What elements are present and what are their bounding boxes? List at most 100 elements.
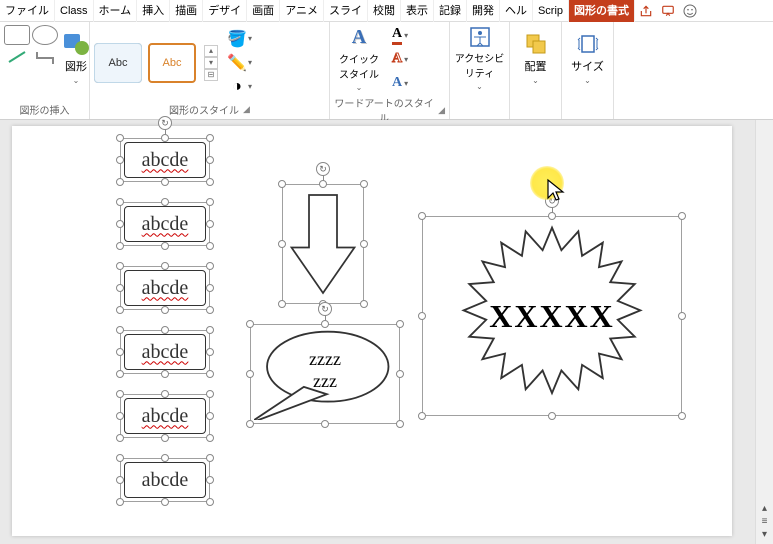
bubble-text[interactable]: zzzz zzz — [266, 340, 384, 402]
tab-file[interactable]: ファイル — [0, 0, 55, 22]
text-fill-button[interactable]: A▾ — [392, 25, 408, 45]
shape-style-gallery[interactable]: Abc Abc Abc ▴▾⊟ — [94, 43, 218, 83]
style-thumb-3[interactable]: Abc — [148, 43, 196, 83]
accessibility-icon — [468, 25, 492, 48]
tab-design[interactable]: デザイ — [203, 0, 247, 22]
shape-outline-button[interactable]: ✏️▾ — [228, 53, 252, 73]
scroll-thumb[interactable]: ≡ — [762, 516, 768, 527]
chevron-down-icon: ⌄ — [73, 76, 80, 85]
shapes-button-label: 図形 — [65, 58, 87, 74]
shape-rect-5[interactable]: abcde — [120, 394, 210, 438]
tab-transitions[interactable]: 画面 — [247, 0, 280, 22]
shape-rect-2[interactable]: abcde — [120, 202, 210, 246]
shape-connector-icon — [32, 47, 58, 67]
down-arrow-icon — [288, 190, 358, 298]
pen-icon: ✏️ — [228, 54, 246, 72]
accessibility-label: アクセシビ リティ — [455, 50, 505, 80]
shape-text[interactable]: abcde — [126, 144, 204, 176]
group-size: サイズ ⌄ — [562, 22, 614, 119]
tab-script[interactable]: Scrip — [533, 0, 569, 22]
tab-help[interactable]: ヘル — [500, 0, 533, 22]
shape-ellipse-icon — [32, 25, 58, 45]
comments-icon[interactable] — [657, 0, 679, 22]
wordart-a-icon: A — [352, 26, 366, 49]
scroll-down-icon[interactable]: ▾ — [762, 529, 767, 540]
shape-rect-icon — [4, 25, 30, 45]
tab-developer[interactable]: 開発 — [467, 0, 500, 22]
shape-effects-button[interactable]: ◑▾ — [228, 77, 252, 97]
group-shape-styles: Abc Abc Abc ▴▾⊟ 🪣▾ ✏️▾ ◑▾ 図形のスタイル◢ — [90, 22, 330, 119]
scroll-up-icon[interactable]: ▴ — [762, 503, 767, 514]
tab-home[interactable]: ホーム — [94, 0, 138, 22]
shapes-icon — [62, 32, 90, 56]
tab-slideshow[interactable]: スライ — [324, 0, 368, 22]
shape-rect-6[interactable]: abcde — [120, 458, 210, 502]
group-label-size — [566, 104, 609, 119]
share-icon[interactable] — [635, 0, 657, 22]
size-button[interactable]: サイズ ⌄ — [566, 25, 609, 91]
bucket-icon: 🪣 — [228, 30, 246, 48]
size-label: サイズ — [571, 58, 604, 74]
menu-bar: ファイル Class ホーム 挿入 描画 デザイ 画面 アニメ スライ 校閲 表… — [0, 0, 773, 22]
text-effects-icon: A — [392, 75, 402, 91]
starburst-text[interactable]: XXXXX — [428, 222, 676, 410]
shape-text[interactable]: abcde — [126, 336, 204, 368]
shape-text[interactable]: abcde — [126, 464, 204, 496]
group-insert-shapes: 図形 ⌄ 図形の挿入 — [0, 22, 90, 119]
group-label-arrange — [514, 104, 557, 119]
text-outline-button[interactable]: A▾ — [392, 49, 408, 69]
rotate-handle[interactable] — [158, 116, 172, 130]
chevron-down-icon: ⌄ — [532, 76, 539, 85]
gallery-spinner[interactable]: ▴▾⊟ — [204, 45, 218, 81]
shape-fill-button[interactable]: 🪣▾ — [228, 29, 252, 49]
group-arrange: 配置 ⌄ — [510, 22, 562, 119]
text-effects-button[interactable]: A▾ — [392, 73, 408, 93]
canvas-area: abcde abcde abcde abcde abcde abcde — [0, 120, 773, 544]
accessibility-button[interactable]: アクセシビ リティ ⌄ — [454, 25, 505, 91]
shape-starburst[interactable]: XXXXX — [422, 216, 682, 416]
shape-text[interactable]: abcde — [126, 400, 204, 432]
text-outline-icon: A — [392, 51, 402, 67]
launcher-icon[interactable]: ◢ — [438, 105, 445, 116]
style-thumb-1[interactable]: Abc — [94, 43, 142, 83]
shape-line-icon — [4, 47, 30, 67]
arrange-icon — [524, 32, 548, 56]
tab-shape-format[interactable]: 図形の書式 — [569, 0, 635, 22]
face-icon[interactable] — [679, 0, 701, 22]
size-icon — [576, 32, 600, 56]
tab-animations[interactable]: アニメ — [280, 0, 324, 22]
tab-classroom[interactable]: Class — [55, 0, 94, 22]
text-fill-icon: A — [392, 26, 402, 45]
rotate-handle[interactable] — [318, 302, 332, 316]
ribbon: 図形 ⌄ 図形の挿入 Abc Abc Abc ▴▾⊟ 🪣▾ ✏️▾ ◑▾ 図形の… — [0, 22, 773, 120]
shape-text[interactable]: abcde — [126, 272, 204, 304]
tab-draw[interactable]: 描画 — [170, 0, 203, 22]
click-highlight — [530, 166, 564, 200]
shape-rect-4[interactable]: abcde — [120, 330, 210, 374]
shape-down-arrow[interactable] — [282, 184, 364, 304]
group-label-shape-styles: 図形のスタイル◢ — [94, 100, 325, 119]
shapes-button[interactable]: 図形 ⌄ — [62, 25, 90, 91]
arrange-button[interactable]: 配置 ⌄ — [514, 25, 557, 91]
chevron-down-icon: ⌄ — [584, 76, 591, 85]
shapes-gallery-mini[interactable] — [4, 25, 58, 67]
shape-speech-bubble[interactable]: zzzz zzz — [250, 324, 400, 424]
slide[interactable]: abcde abcde abcde abcde abcde abcde — [12, 126, 732, 536]
tab-review[interactable]: 校閲 — [368, 0, 401, 22]
quick-styles-label: クイック スタイル — [339, 51, 379, 81]
rotate-handle[interactable] — [316, 162, 330, 176]
group-label-accessibility — [454, 104, 505, 119]
group-accessibility: アクセシビ リティ ⌄ — [450, 22, 510, 119]
shape-rect-1[interactable]: abcde — [120, 138, 210, 182]
tab-insert[interactable]: 挿入 — [137, 0, 170, 22]
chevron-down-icon: ⌄ — [356, 83, 363, 92]
shape-text[interactable]: abcde — [126, 208, 204, 240]
arrange-label: 配置 — [525, 58, 547, 74]
effects-icon: ◑ — [228, 78, 246, 96]
tab-view[interactable]: 表示 — [401, 0, 434, 22]
tab-record[interactable]: 記録 — [434, 0, 467, 22]
launcher-icon[interactable]: ◢ — [243, 104, 250, 115]
quick-styles-button[interactable]: A クイック スタイル ⌄ — [334, 26, 384, 92]
shape-rect-3[interactable]: abcde — [120, 266, 210, 310]
vertical-scrollbar[interactable]: ▴ ≡ ▾ — [755, 120, 773, 544]
